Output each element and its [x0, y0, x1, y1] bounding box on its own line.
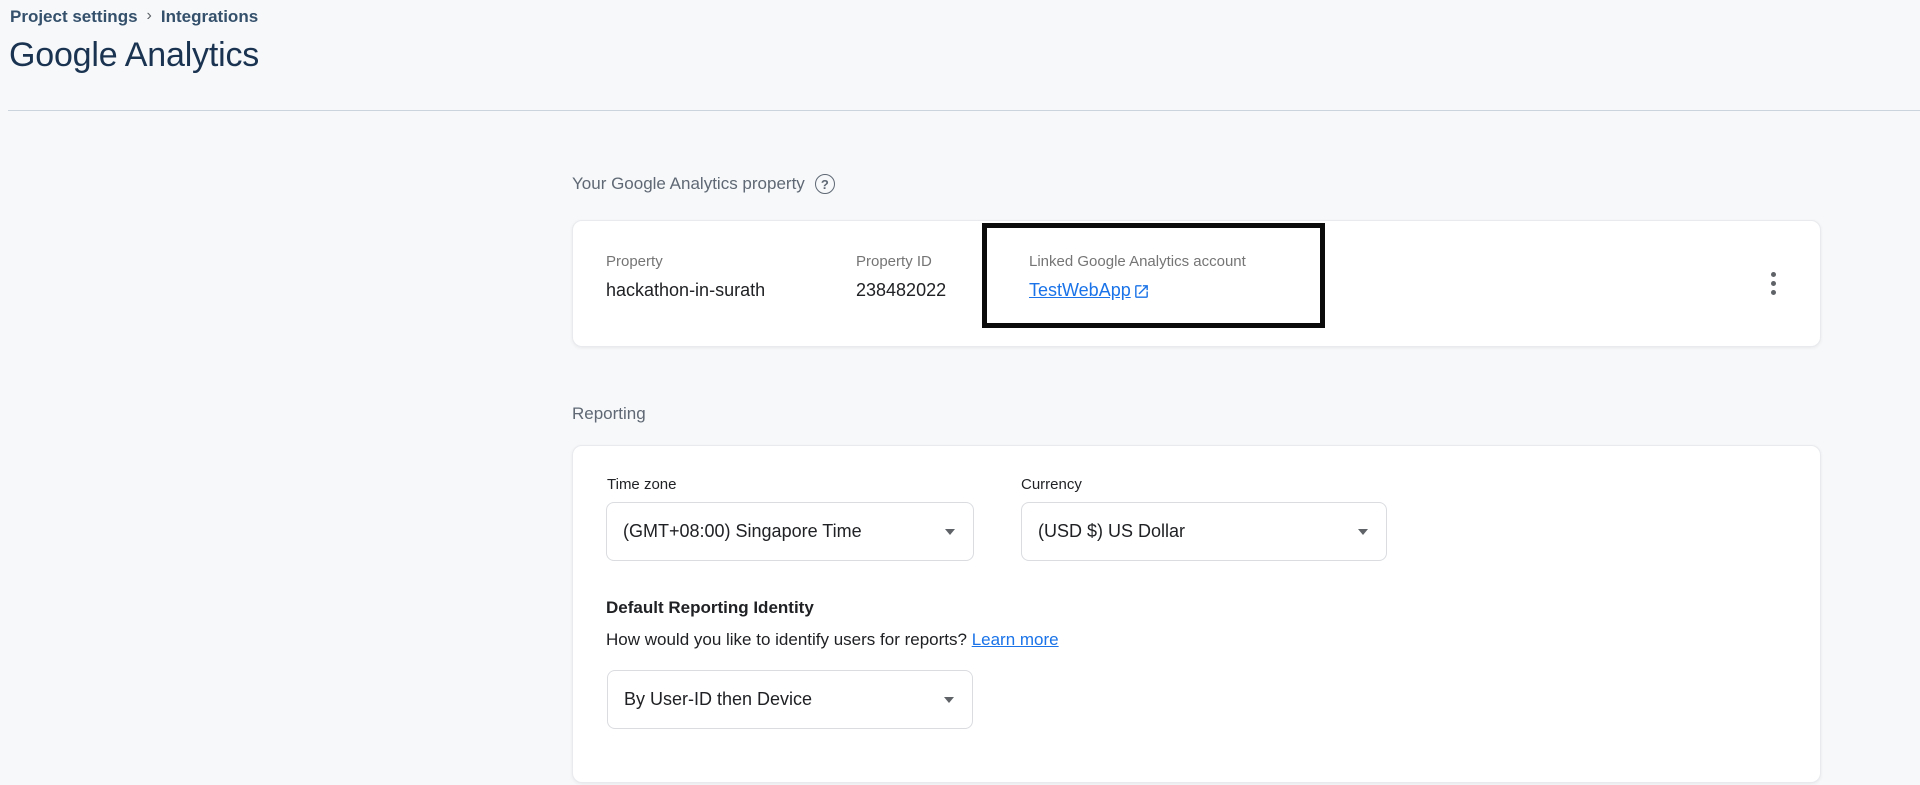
- property-id-value: 238482022: [856, 280, 946, 301]
- property-id-label: Property ID: [856, 253, 946, 270]
- property-label: Property: [606, 253, 765, 270]
- breadcrumb: Project settings › Integrations: [10, 7, 258, 27]
- time-zone-value: (GMT+08:00) Singapore Time: [623, 521, 862, 542]
- identity-description: How would you like to identify users for…: [606, 630, 1059, 650]
- property-card: Property hackathon-in-surath Property ID…: [572, 220, 1821, 347]
- linked-account-link[interactable]: TestWebApp: [1029, 280, 1150, 301]
- reporting-identity-select[interactable]: By User-ID then Device: [607, 670, 973, 729]
- chevron-down-icon: [944, 697, 954, 703]
- currency-label: Currency: [1021, 476, 1082, 493]
- property-id-field: Property ID 238482022: [856, 253, 946, 301]
- breadcrumb-project-settings[interactable]: Project settings: [10, 7, 138, 27]
- breadcrumb-integrations[interactable]: Integrations: [161, 7, 258, 27]
- linked-account-field: Linked Google Analytics account TestWebA…: [1029, 253, 1246, 301]
- linked-account-label: Linked Google Analytics account: [1029, 253, 1246, 270]
- default-reporting-identity-heading: Default Reporting Identity: [606, 598, 814, 618]
- time-zone-label: Time zone: [607, 476, 676, 493]
- linked-account-link-label: TestWebApp: [1029, 280, 1131, 301]
- overflow-menu-button[interactable]: [1756, 267, 1790, 301]
- chevron-down-icon: [945, 529, 955, 535]
- property-field: Property hackathon-in-surath: [606, 253, 765, 301]
- reporting-identity-value: By User-ID then Device: [624, 689, 812, 710]
- currency-value: (USD $) US Dollar: [1038, 521, 1185, 542]
- help-circle-icon[interactable]: ?: [815, 174, 835, 194]
- time-zone-select[interactable]: (GMT+08:00) Singapore Time: [606, 502, 974, 561]
- property-value: hackathon-in-surath: [606, 280, 765, 301]
- header-divider: [8, 110, 1920, 111]
- property-section-heading-label: Your Google Analytics property: [572, 174, 805, 194]
- currency-select[interactable]: (USD $) US Dollar: [1021, 502, 1387, 561]
- reporting-card: Time zone (GMT+08:00) Singapore Time Cur…: [572, 445, 1821, 783]
- chevron-down-icon: [1358, 529, 1368, 535]
- identity-question: How would you like to identify users for…: [606, 630, 967, 649]
- reporting-section-heading: Reporting: [572, 404, 646, 424]
- kebab-vertical-icon: [1771, 272, 1776, 277]
- open-in-new-icon: [1133, 283, 1150, 300]
- learn-more-link[interactable]: Learn more: [972, 630, 1059, 649]
- chevron-right-icon: ›: [147, 7, 152, 25]
- page-title: Google Analytics: [9, 36, 259, 75]
- reporting-section-heading-label: Reporting: [572, 404, 646, 424]
- property-section-heading: Your Google Analytics property ?: [572, 174, 835, 194]
